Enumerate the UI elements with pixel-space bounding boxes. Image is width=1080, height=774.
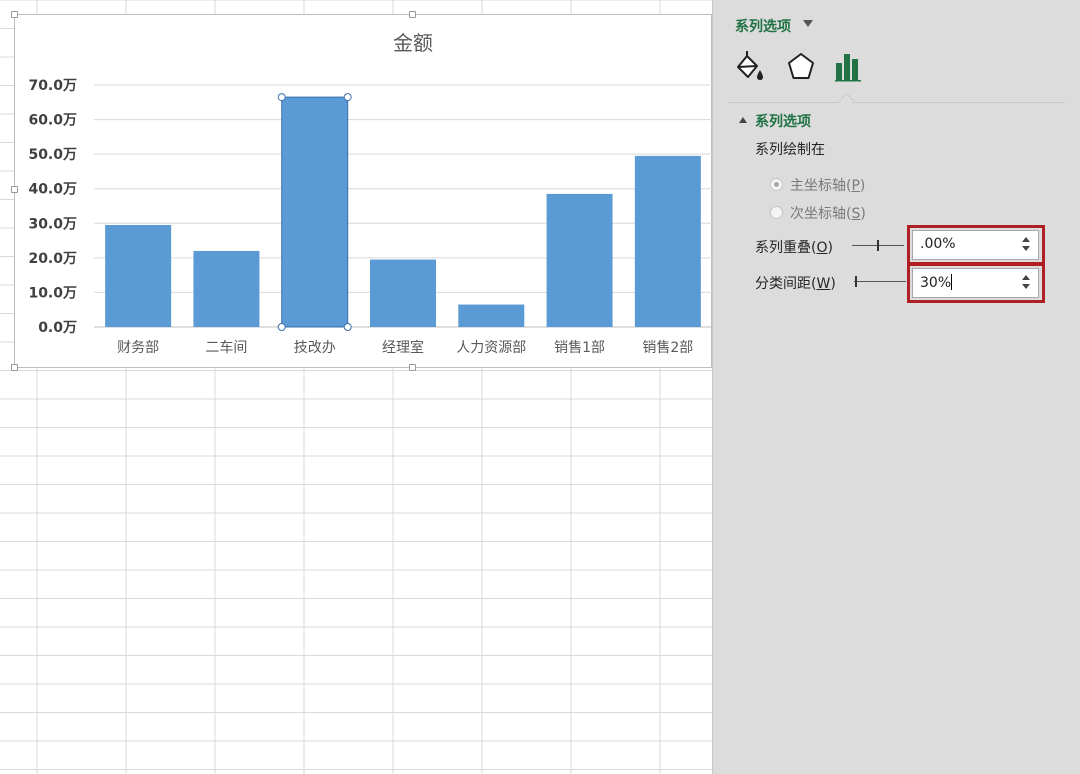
spin-up-icon[interactable] bbox=[1022, 275, 1030, 280]
bar-selection-handle[interactable] bbox=[277, 93, 286, 102]
y-tick-label: 70.0万 bbox=[28, 78, 77, 94]
secondary-axis-radio[interactable] bbox=[770, 206, 783, 219]
chart-title: 金额 bbox=[393, 31, 433, 55]
spin-down-icon[interactable] bbox=[1022, 284, 1030, 289]
secondary-axis-label[interactable]: 次坐标轴(S) bbox=[790, 203, 866, 223]
bar-chart[interactable]: 金额 0.0万 10.0万 20.0万 30.0万 40.0万 50.0万 60.0万 70.0… bbox=[15, 15, 712, 369]
gap-width-slider-thumb[interactable] bbox=[855, 276, 857, 287]
chart-resize-handle[interactable] bbox=[11, 186, 18, 193]
x-tick-label: 人力资源部 bbox=[456, 340, 526, 356]
y-tick-label: 60.0万 bbox=[28, 113, 77, 129]
tab-divider bbox=[729, 102, 1065, 103]
chart-resize-handle[interactable] bbox=[11, 364, 18, 371]
spin-up-icon[interactable] bbox=[1022, 237, 1030, 242]
series-overlap-input[interactable]: .00% bbox=[912, 230, 1039, 260]
y-tick-label: 50.0万 bbox=[28, 147, 77, 163]
y-tick-label: 40.0万 bbox=[28, 182, 77, 198]
bar[interactable] bbox=[634, 155, 701, 327]
bar-selection-handle[interactable] bbox=[277, 323, 286, 331]
bar-selection-handle[interactable] bbox=[343, 93, 352, 102]
plot-series-on-label: 系列绘制在 bbox=[755, 142, 825, 158]
bar[interactable] bbox=[458, 304, 525, 327]
chart-area[interactable]: 金额 0.0万 10.0万 20.0万 30.0万 40.0万 50.0万 60.0万 70.0… bbox=[14, 14, 712, 368]
primary-axis-label[interactable]: 主坐标轴(P) bbox=[790, 175, 865, 195]
x-tick-label: 经理室 bbox=[382, 339, 424, 356]
series-overlap-label: 系列重叠(O) bbox=[755, 240, 833, 256]
y-tick-label: 30.0万 bbox=[28, 216, 77, 232]
y-tick-label: 20.0万 bbox=[28, 251, 77, 267]
series-options-menu[interactable]: 系列选项 bbox=[735, 16, 791, 36]
gap-width-value[interactable]: 30% bbox=[920, 274, 953, 291]
bar[interactable] bbox=[281, 96, 349, 328]
y-tick-label: 0.0万 bbox=[38, 320, 77, 336]
bar-selection-handle[interactable] bbox=[343, 323, 352, 331]
x-tick-label: 技改办 bbox=[294, 340, 336, 356]
chart-resize-handle[interactable] bbox=[11, 11, 18, 18]
bar[interactable] bbox=[105, 225, 172, 327]
bar[interactable] bbox=[546, 193, 613, 327]
worksheet-area[interactable]: 金额 0.0万 10.0万 20.0万 30.0万 40.0万 50.0万 60.0万 70.0… bbox=[0, 0, 712, 774]
y-tick-label: 10.0万 bbox=[28, 285, 77, 301]
bar[interactable] bbox=[193, 250, 260, 327]
text-cursor bbox=[951, 274, 953, 290]
series-overlap-value[interactable]: .00% bbox=[920, 236, 956, 252]
x-tick-label: 二车间 bbox=[205, 339, 247, 356]
x-tick-label: 销售1部 bbox=[554, 340, 605, 356]
gap-width-slider[interactable] bbox=[854, 281, 906, 282]
bar-chart-options-icon[interactable] bbox=[833, 50, 865, 84]
gap-width-label: 分类间距(W) bbox=[755, 276, 836, 292]
gap-width-input[interactable]: 30% bbox=[912, 268, 1039, 298]
dropdown-caret-icon[interactable] bbox=[803, 20, 813, 27]
series-overlap-slider-thumb[interactable] bbox=[877, 240, 879, 251]
x-tick-label: 销售2部 bbox=[642, 340, 693, 356]
chart-resize-handle[interactable] bbox=[409, 364, 416, 371]
primary-axis-radio[interactable] bbox=[770, 178, 783, 191]
collapse-triangle-icon[interactable] bbox=[739, 117, 747, 123]
fill-bucket-icon[interactable] bbox=[733, 50, 765, 84]
bar[interactable] bbox=[370, 259, 436, 327]
spin-down-icon[interactable] bbox=[1022, 246, 1030, 251]
pentagon-effects-icon[interactable] bbox=[785, 50, 817, 84]
format-data-series-pane: 系列选项 系列选项 系列绘制在 主坐标轴(P) 次坐标轴(S) 系列重叠(O) … bbox=[712, 0, 1080, 774]
x-tick-label: 财务部 bbox=[117, 340, 159, 356]
chart-resize-handle[interactable] bbox=[409, 11, 416, 18]
section-series-options[interactable]: 系列选项 bbox=[755, 111, 811, 131]
active-tab-indicator bbox=[838, 92, 855, 109]
